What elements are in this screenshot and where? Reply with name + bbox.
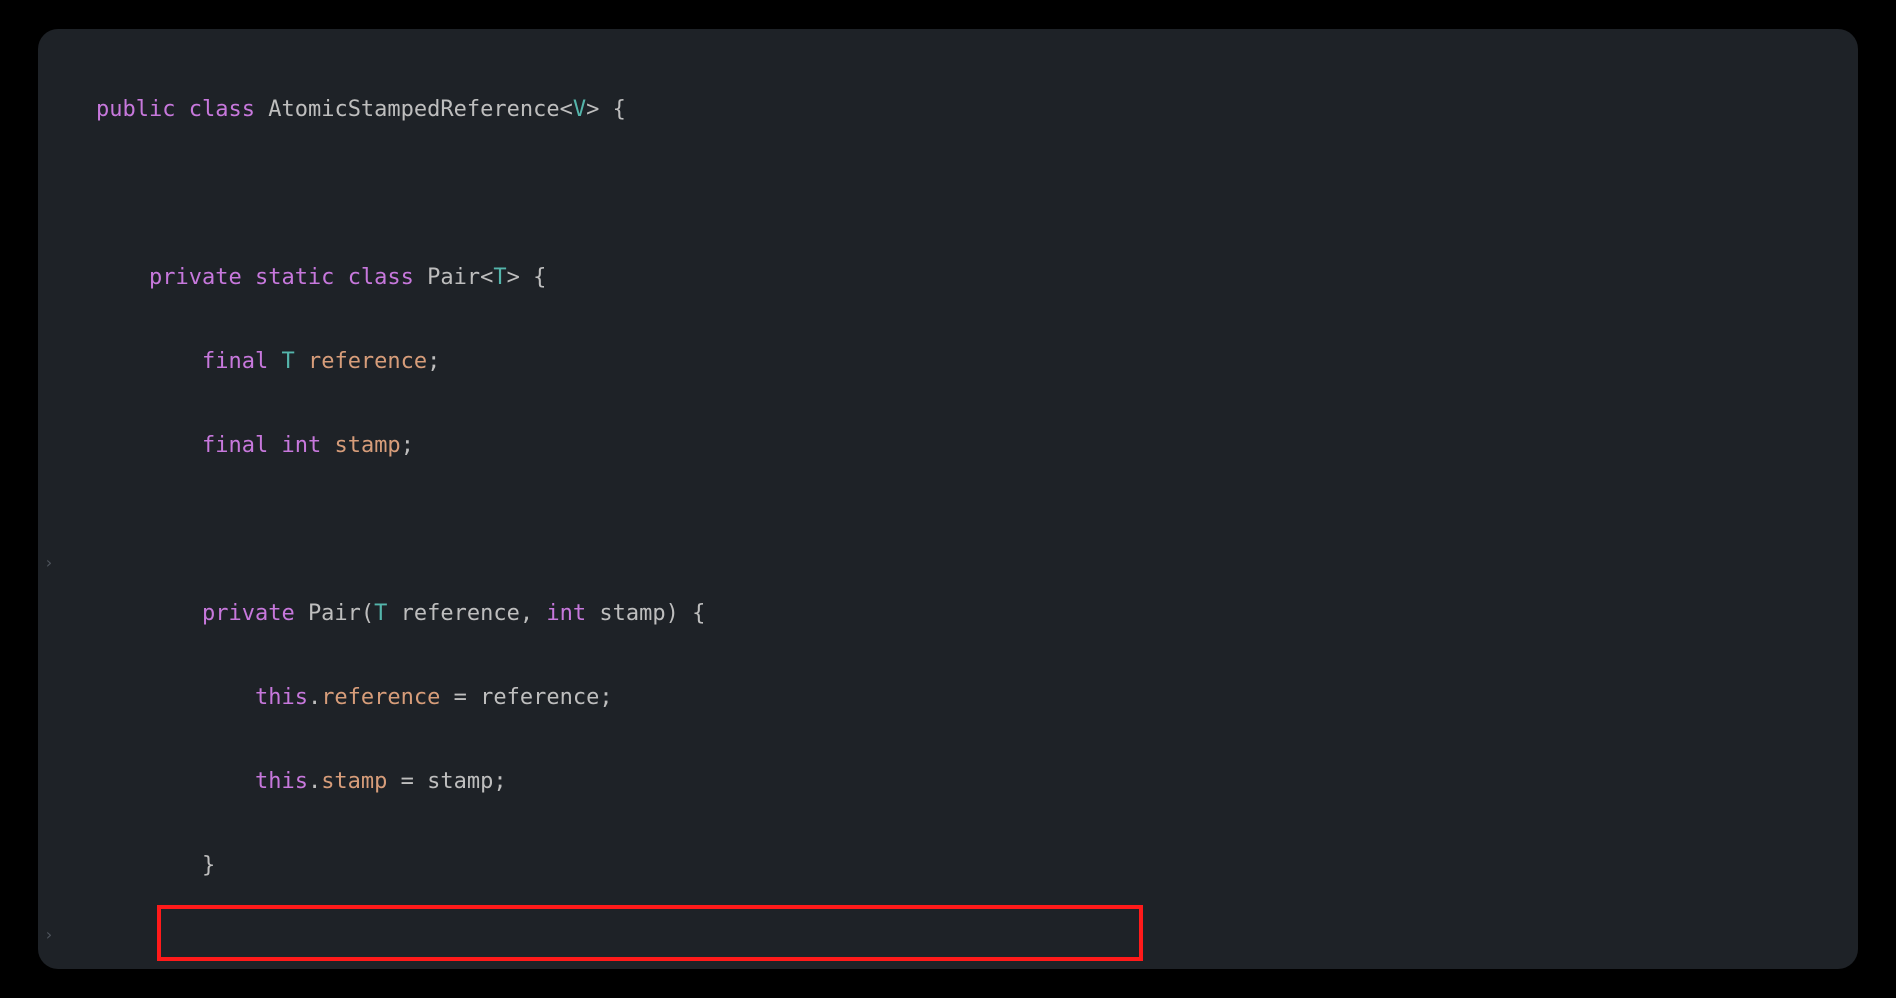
code-line: final T reference; <box>96 341 1858 383</box>
code-line <box>96 509 1858 551</box>
fold-arrow-icon[interactable]: › <box>44 553 54 572</box>
fold-arrow-icon[interactable]: › <box>44 925 54 944</box>
code-line <box>96 929 1858 969</box>
editor-gutter: › › <box>38 29 86 969</box>
code-content[interactable]: public class AtomicStampedReference<V> {… <box>96 47 1858 969</box>
code-line: } <box>96 845 1858 887</box>
code-line: final int stamp; <box>96 425 1858 467</box>
code-line: this.stamp = stamp; <box>96 761 1858 803</box>
code-line: private static class Pair<T> { <box>96 257 1858 299</box>
code-line: public class AtomicStampedReference<V> { <box>96 89 1858 131</box>
code-line <box>96 173 1858 215</box>
code-line: this.reference = reference; <box>96 677 1858 719</box>
code-line: private Pair(T reference, int stamp) { <box>96 593 1858 635</box>
code-editor-panel: › › public class AtomicStampedReference<… <box>38 29 1858 969</box>
